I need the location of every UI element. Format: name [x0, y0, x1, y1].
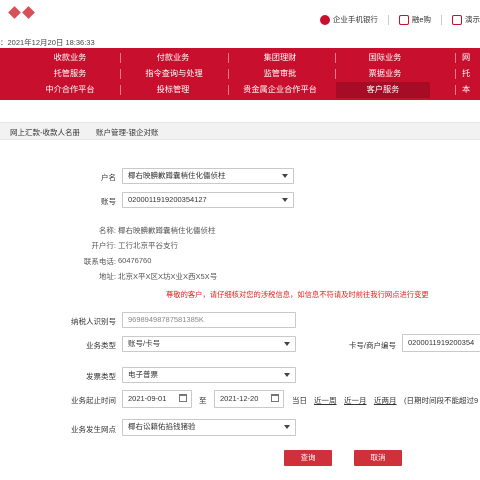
chevron-down-icon — [284, 342, 290, 346]
demo-link[interactable]: 演示 — [452, 14, 480, 25]
info-name-label: 名称: — [98, 226, 116, 235]
nav-item-agency[interactable]: 中介合作平台 — [30, 82, 110, 98]
demo-icon — [452, 14, 462, 25]
account-name-select[interactable]: 椰右映腆歉蹲囊梢住化儡侦柱 — [122, 168, 294, 184]
taxpayer-id-label: 纳税人识别号 — [71, 317, 116, 326]
divider — [441, 14, 442, 25]
invoice-type-select[interactable]: 电子普票 — [122, 367, 296, 383]
biz-type-label: 业务类型 — [86, 341, 116, 350]
account-no-select[interactable]: 0200011919200354127 — [122, 192, 294, 208]
card-no-input[interactable]: 0200011919200354 — [402, 334, 480, 352]
main-nav: 收款业务 付款业务 集团理财 国际业务 网 托管服务 指令查询与处理 监管审批 … — [0, 48, 480, 100]
nav-item-international[interactable]: 国际业务 — [345, 50, 425, 66]
nav-item-instruction-query[interactable]: 指令查询与处理 — [128, 66, 220, 82]
calendar-icon[interactable] — [179, 394, 187, 402]
nav-divider — [228, 53, 229, 63]
info-name-value: 椰右映腆歉蹲囊梢住化儡侦柱 — [118, 226, 216, 235]
nav-item-receipts[interactable]: 收款业务 — [30, 50, 110, 66]
nav-item-approval[interactable]: 监管审批 — [240, 66, 320, 82]
invoice-type-label: 发票类型 — [86, 372, 116, 381]
info-address-label: 地址: — [98, 272, 116, 281]
nav-item-customer-service[interactable]: 客户服务 — [336, 82, 430, 98]
card-no-label: 卡号/商户编号 — [348, 341, 396, 350]
tax-info-notice: 尊敬的客户，请仔细核对您的涉税信息，如信息不符请及时前往我行网点进行变更 — [166, 290, 429, 299]
nav-divider — [455, 69, 456, 79]
nav-divider — [120, 53, 121, 63]
divider — [387, 14, 389, 25]
calendar-icon[interactable] — [271, 394, 279, 402]
nav-item-group-finance[interactable]: 集团理财 — [240, 50, 320, 66]
nav-item-bidding[interactable]: 投标管理 — [128, 82, 218, 98]
nav-divider — [455, 85, 456, 95]
breadcrumb: 网上汇款-收款人名册 账户管理-银企对账 — [0, 122, 480, 140]
chevron-down-icon — [282, 198, 288, 202]
date-range-separator: 至 — [199, 396, 207, 405]
taxpayer-id-field: 96989498787581385K — [122, 312, 296, 328]
branch-label: 业务发生网点 — [71, 425, 116, 434]
nav-divider — [120, 69, 121, 79]
top-bar: ：2021年12月20日 18:36:33 企业手机银行 融e购 演示 — [0, 0, 480, 48]
query-button[interactable]: 查询 — [284, 450, 332, 466]
nav-item-more-2[interactable]: 托 — [462, 66, 480, 82]
top-links: 企业手机银行 融e购 演示 — [319, 14, 480, 25]
icbc-logo — [8, 6, 48, 26]
chevron-down-icon — [284, 425, 290, 429]
cancel-button[interactable]: 取消 — [354, 450, 402, 466]
breadcrumb-item-reconciliation[interactable]: 账户管理-银企对账 — [96, 127, 159, 138]
quick-date-month[interactable]: 近一月 — [344, 395, 367, 406]
date-range-hint: (日期时间段不能超过9 — [404, 396, 479, 405]
breadcrumb-item-payee-list[interactable]: 网上汇款-收款人名册 — [10, 127, 80, 138]
nav-item-more[interactable]: 网 — [462, 50, 480, 66]
branch-select[interactable]: 椰右讼籍佑掐钱猪验 — [122, 419, 296, 436]
nav-item-payments[interactable]: 付款业务 — [128, 50, 218, 66]
quick-date-two-months[interactable]: 近两月 — [374, 395, 397, 406]
info-bank-label: 开户行: — [91, 241, 116, 250]
chevron-down-icon — [282, 174, 288, 178]
mobile-bank-icon — [319, 14, 330, 25]
chevron-down-icon — [284, 373, 290, 377]
logo-mark-icon — [22, 6, 35, 19]
nav-divider — [455, 53, 456, 63]
nav-item-bills[interactable]: 票据业务 — [345, 66, 425, 82]
info-phone-label: 联系电话: — [83, 257, 116, 266]
info-phone-value: 60476760 — [118, 256, 152, 265]
nav-item-precious-metals[interactable]: 贵金属企业合作平台 — [230, 82, 330, 98]
nav-divider — [120, 85, 121, 95]
nav-item-more-3[interactable]: 本 — [462, 82, 480, 98]
nav-divider — [335, 69, 336, 79]
logo-mark-icon — [8, 6, 21, 19]
mobile-bank-link[interactable]: 企业手机银行 — [319, 14, 378, 25]
emall-link[interactable]: 融e购 — [398, 14, 431, 25]
nav-divider — [228, 85, 229, 95]
info-address-value: 北京X平X区X坊X业X西X5X号 — [118, 272, 218, 281]
account-name-label: 户名 — [101, 173, 116, 182]
biz-type-select[interactable]: 账号/卡号 — [122, 336, 296, 352]
nav-divider — [228, 69, 229, 79]
nav-divider — [335, 53, 336, 63]
nav-item-custody[interactable]: 托管服务 — [30, 66, 110, 82]
info-bank-value: 工行北京平谷支行 — [118, 241, 178, 250]
cart-icon — [398, 14, 409, 25]
quick-date-today[interactable]: 当日 — [292, 395, 307, 406]
date-range-label: 业务起止时间 — [71, 396, 116, 405]
account-no-label: 账号 — [101, 197, 116, 206]
quick-date-week[interactable]: 近一周 — [314, 395, 337, 406]
end-date-input[interactable]: 2021-12-20 — [214, 390, 284, 408]
start-date-input[interactable]: 2021-09-01 — [122, 390, 192, 408]
login-datetime: ：2021年12月20日 18:36:33 — [0, 38, 95, 47]
